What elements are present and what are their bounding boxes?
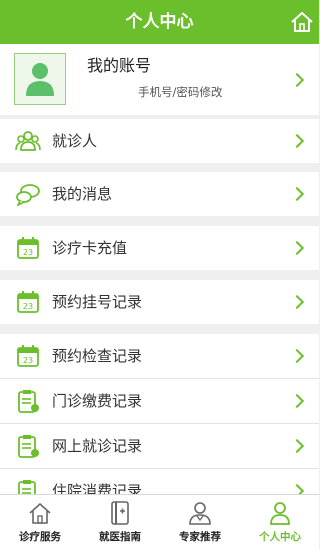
account-title: 我的账号 [87,56,152,75]
menu-item-exam-records[interactable]: 23 预约检查记录 [0,334,319,378]
bottom-tab-bar: 诊疗服务 就医指南 专家推荐 个人中心 [0,494,319,550]
chevron-right-icon [289,186,305,202]
menu-label: 门诊缴费记录 [52,392,143,410]
menu-item-card-recharge[interactable]: 23 诊疗卡充值 [0,226,319,270]
guide-book-icon [111,501,129,525]
message-bubbles-icon [16,184,40,206]
account-subtitle: 手机号/密码修改 [138,85,223,99]
menu-item-patients[interactable]: 就诊人 [0,119,319,163]
account-row[interactable]: 我的账号 手机号/密码修改 [0,44,319,115]
calendar-icon: 23 [17,345,39,367]
menu-label: 就诊人 [52,132,98,150]
menu-item-outpatient-payment[interactable]: 门诊缴费记录 [0,379,319,423]
home-icon[interactable] [289,9,315,35]
chevron-right-icon [289,133,305,149]
menu-label: 网上就诊记录 [52,437,143,455]
top-bar: 个人中心 [0,0,319,44]
tab-label: 就医指南 [99,531,141,543]
menu-item-messages[interactable]: 我的消息 [0,172,319,216]
patients-icon [15,131,41,151]
calendar-icon: 23 [17,291,39,313]
tab-diagnosis-service[interactable]: 诊疗服务 [0,495,80,550]
menu-label: 预约检查记录 [52,347,143,365]
tab-medical-guide[interactable]: 就医指南 [80,495,160,550]
tab-expert-recommend[interactable]: 专家推荐 [160,495,240,550]
svg-text:23: 23 [23,302,33,311]
calendar-icon: 23 [17,237,39,259]
chevron-right-icon [289,348,305,364]
person-icon [270,502,290,525]
doctor-icon [189,502,211,525]
svg-text:23: 23 [23,248,33,257]
house-icon [29,503,51,524]
user-avatar-icon [14,53,66,105]
chevron-right-icon [289,438,305,454]
clipboard-icon [18,435,39,458]
menu-label: 我的消息 [52,185,113,203]
chevron-right-icon [289,393,305,409]
tab-personal-center[interactable]: 个人中心 [240,495,320,550]
menu-item-appointment-records[interactable]: 23 预约挂号记录 [0,280,319,324]
page-title: 个人中心 [125,12,194,32]
tab-label: 个人中心 [259,531,301,543]
tab-label: 诊疗服务 [19,531,61,543]
menu-label: 诊疗卡充值 [52,239,128,257]
menu-label: 预约挂号记录 [52,293,143,311]
chevron-right-icon [289,294,305,310]
clipboard-icon [18,390,39,413]
chevron-right-icon [289,72,305,88]
menu-item-online-consult-records[interactable]: 网上就诊记录 [0,424,319,468]
tab-label: 专家推荐 [179,531,221,543]
svg-text:23: 23 [23,356,33,365]
chevron-right-icon [289,240,305,256]
